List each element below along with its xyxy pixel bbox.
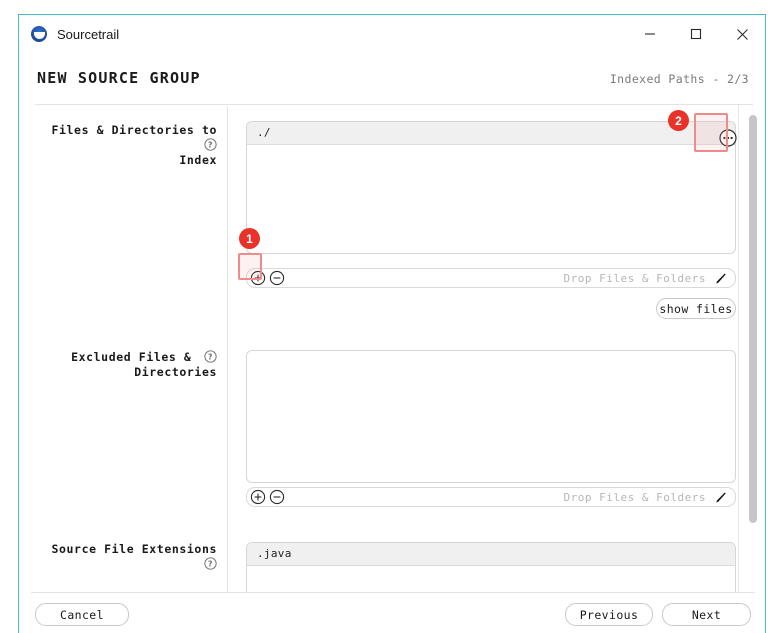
maximize-button[interactable] (673, 15, 719, 53)
dialog-footer: Cancel Previous Next (19, 592, 765, 633)
wizard-step-indicator: Indexed Paths - 2/3 (609, 72, 749, 86)
window-controls (627, 15, 765, 53)
list-item[interactable]: ./ (247, 122, 735, 145)
minus-circle-icon[interactable] (269, 489, 285, 505)
list-item[interactable]: .java (247, 543, 735, 566)
help-icon[interactable]: ? (204, 138, 217, 151)
label-files-and-directories: Files & Directories to ? Index (37, 123, 217, 168)
annotation-badge-2: 2 (668, 110, 689, 131)
label-files-and-directories-line1: Files & Directories to (51, 123, 217, 137)
minimize-button[interactable] (627, 15, 673, 53)
footer-divider (31, 592, 755, 593)
label-column-divider (227, 107, 228, 602)
drop-files-hint: Drop Files & Folders (563, 271, 706, 285)
help-icon[interactable]: ? (204, 350, 217, 363)
label-files-and-directories-line2: Index (179, 153, 217, 167)
excluded-files-listbox[interactable] (246, 350, 736, 483)
sourcetrail-logo-icon (31, 26, 47, 42)
excluded-files-toolbar: Drop Files & Folders (246, 487, 736, 507)
svg-text:?: ? (208, 140, 213, 149)
svg-text:?: ? (208, 352, 213, 361)
sourcetrail-window: Sourcetrail NEW SOURCE GROUP Indexed Pat… (18, 14, 766, 633)
label-source-file-extensions-line1: Source File Extensions (51, 542, 217, 556)
maximize-icon (690, 28, 702, 40)
svg-text:?: ? (208, 559, 213, 568)
screen: Sourcetrail NEW SOURCE GROUP Indexed Pat… (0, 0, 768, 633)
files-to-index-listbox[interactable]: ./ (246, 121, 736, 254)
page-header: NEW SOURCE GROUP Indexed Paths - 2/3 (19, 61, 765, 105)
label-excluded-files-line1: Excluded Files & (71, 350, 192, 364)
next-button[interactable]: Next (662, 603, 751, 626)
pencil-icon[interactable] (714, 272, 727, 285)
close-icon (736, 28, 748, 40)
page-title: NEW SOURCE GROUP (37, 69, 201, 87)
label-excluded-files: Excluded Files & ? Directories (37, 350, 217, 380)
form-scroll-area: Files & Directories to ? Index ./ Drop F… (19, 105, 765, 612)
window-title: Sourcetrail (57, 26, 120, 42)
cancel-button[interactable]: Cancel (35, 603, 129, 626)
scroll-area-edge (738, 105, 739, 602)
close-button[interactable] (719, 15, 765, 53)
scrollbar-thumb[interactable] (749, 115, 757, 523)
show-files-button[interactable]: show files (656, 298, 736, 319)
pencil-icon[interactable] (714, 491, 727, 504)
previous-button[interactable]: Previous (565, 603, 653, 626)
files-to-index-toolbar: Drop Files & Folders (246, 268, 736, 288)
drop-files-hint: Drop Files & Folders (563, 490, 706, 504)
annotation-badge-1: 1 (239, 228, 260, 249)
annotation-highlight-more-options (694, 113, 728, 152)
label-source-file-extensions: Source File Extensions ? (37, 542, 217, 572)
annotation-highlight-add-button (238, 253, 262, 280)
minimize-icon (645, 33, 655, 35)
label-excluded-files-line2: Directories (134, 365, 217, 379)
vertical-scrollbar[interactable] (749, 107, 757, 602)
help-icon[interactable]: ? (204, 557, 217, 570)
plus-circle-icon[interactable] (250, 489, 266, 505)
minus-circle-icon[interactable] (269, 270, 285, 286)
title-bar: Sourcetrail (19, 15, 765, 53)
